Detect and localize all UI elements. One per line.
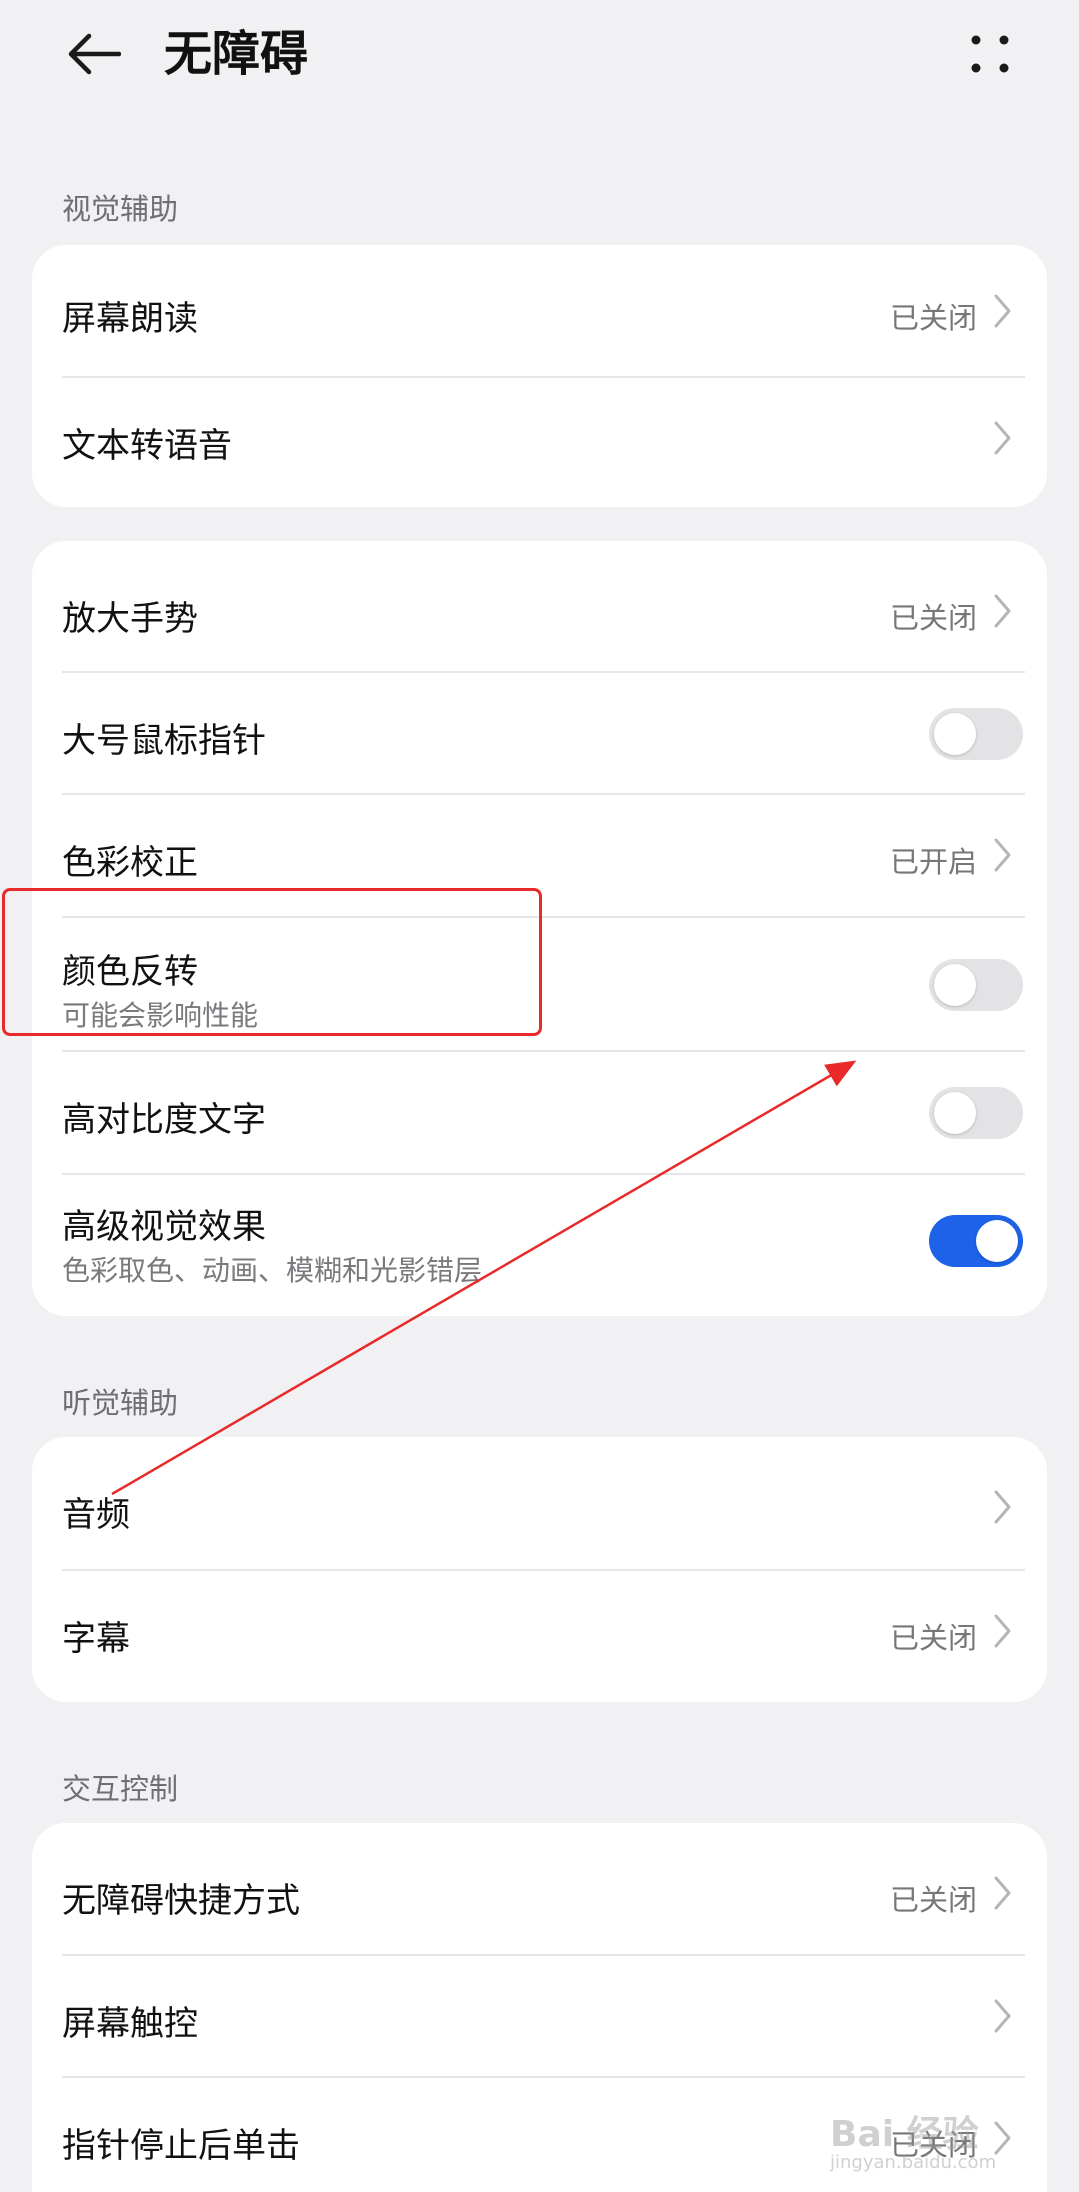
advanced-visual-toggle[interactable] bbox=[929, 1215, 1023, 1267]
more-dots-icon bbox=[971, 35, 1009, 73]
card-visual-2: 放大手势 已关闭 大号鼠标指针 色彩校正 已开启 颜色反转 可能会影响性能 高对… bbox=[32, 541, 1047, 1316]
row-title: 大号鼠标指针 bbox=[62, 721, 266, 761]
setting-row-subtitles[interactable]: 字幕 已关闭 bbox=[32, 1571, 1047, 1702]
row-title: 文本转语音 bbox=[62, 426, 232, 466]
row-subtitle: 可能会影响性能 bbox=[62, 999, 259, 1032]
row-title: 高对比度文字 bbox=[62, 1100, 266, 1140]
setting-row-magnify-gesture[interactable]: 放大手势 已关闭 bbox=[32, 541, 1047, 673]
card-visual-1: 屏幕朗读 已关闭 文本转语音 bbox=[32, 245, 1047, 507]
chevron-right-icon bbox=[994, 421, 1011, 455]
row-title: 放大手势 bbox=[62, 599, 198, 639]
row-title: 无障碍快捷方式 bbox=[62, 1881, 300, 1921]
high-contrast-toggle[interactable] bbox=[929, 1087, 1023, 1139]
watermark-logo: Bai 经验 bbox=[830, 2114, 979, 2155]
row-title: 颜色反转 bbox=[62, 952, 198, 992]
setting-row-screen-reader[interactable]: 屏幕朗读 已关闭 bbox=[32, 245, 1047, 378]
row-status: 已关闭 bbox=[889, 601, 977, 635]
row-title: 屏幕朗读 bbox=[62, 299, 198, 339]
setting-row-large-pointer[interactable]: 大号鼠标指针 bbox=[32, 673, 1047, 795]
row-title: 高级视觉效果 bbox=[62, 1207, 266, 1247]
row-title: 屏幕触控 bbox=[62, 2004, 198, 2044]
row-status: 已开启 bbox=[889, 845, 977, 879]
toggle-knob bbox=[934, 713, 976, 755]
section-label-interaction: 交互控制 bbox=[62, 1772, 179, 1806]
setting-row-color-correction[interactable]: 色彩校正 已开启 bbox=[32, 795, 1047, 918]
chevron-right-icon bbox=[994, 1614, 1011, 1648]
chevron-right-icon bbox=[994, 1876, 1011, 1910]
row-status: 已关闭 bbox=[889, 1621, 977, 1655]
toggle-knob bbox=[934, 1092, 976, 1134]
color-inversion-toggle[interactable] bbox=[929, 959, 1023, 1011]
chevron-right-icon bbox=[994, 838, 1011, 872]
setting-row-audio[interactable]: 音频 bbox=[32, 1437, 1047, 1571]
header-bar: 无障碍 bbox=[0, 0, 1079, 110]
large-pointer-toggle[interactable] bbox=[929, 708, 1023, 760]
row-status: 已关闭 bbox=[889, 1883, 977, 1917]
section-label-hearing: 听觉辅助 bbox=[62, 1386, 179, 1420]
section-label-visual: 视觉辅助 bbox=[62, 192, 179, 226]
setting-row-advanced-visual-effects[interactable]: 高级视觉效果 色彩取色、动画、模糊和光影错层 bbox=[32, 1175, 1047, 1316]
setting-row-high-contrast-text[interactable]: 高对比度文字 bbox=[32, 1052, 1047, 1175]
chevron-right-icon bbox=[994, 1999, 1011, 2033]
row-status: 已关闭 bbox=[889, 301, 977, 335]
row-title: 音频 bbox=[62, 1495, 130, 1535]
setting-row-screen-touch[interactable]: 屏幕触控 bbox=[32, 1956, 1047, 2078]
more-options-button[interactable] bbox=[958, 22, 1022, 86]
setting-row-text-to-speech[interactable]: 文本转语音 bbox=[32, 378, 1047, 507]
toggle-knob bbox=[976, 1220, 1018, 1262]
card-hearing: 音频 字幕 已关闭 bbox=[32, 1437, 1047, 1702]
row-title: 字幕 bbox=[62, 1619, 130, 1659]
toggle-knob bbox=[934, 964, 976, 1006]
page-title: 无障碍 bbox=[164, 26, 309, 82]
chevron-right-icon bbox=[994, 1490, 1011, 1524]
watermark-url: jingyan.baidu.com bbox=[830, 2152, 997, 2173]
back-button[interactable] bbox=[58, 22, 128, 86]
row-title: 指针停止后单击 bbox=[62, 2126, 300, 2166]
setting-row-color-inversion[interactable]: 颜色反转 可能会影响性能 bbox=[32, 918, 1047, 1052]
row-subtitle: 色彩取色、动画、模糊和光影错层 bbox=[62, 1254, 483, 1287]
setting-row-accessibility-shortcut[interactable]: 无障碍快捷方式 已关闭 bbox=[32, 1823, 1047, 1956]
chevron-right-icon bbox=[994, 594, 1011, 628]
back-arrow-icon bbox=[68, 33, 121, 75]
row-title: 色彩校正 bbox=[62, 843, 198, 883]
chevron-right-icon bbox=[994, 294, 1011, 328]
